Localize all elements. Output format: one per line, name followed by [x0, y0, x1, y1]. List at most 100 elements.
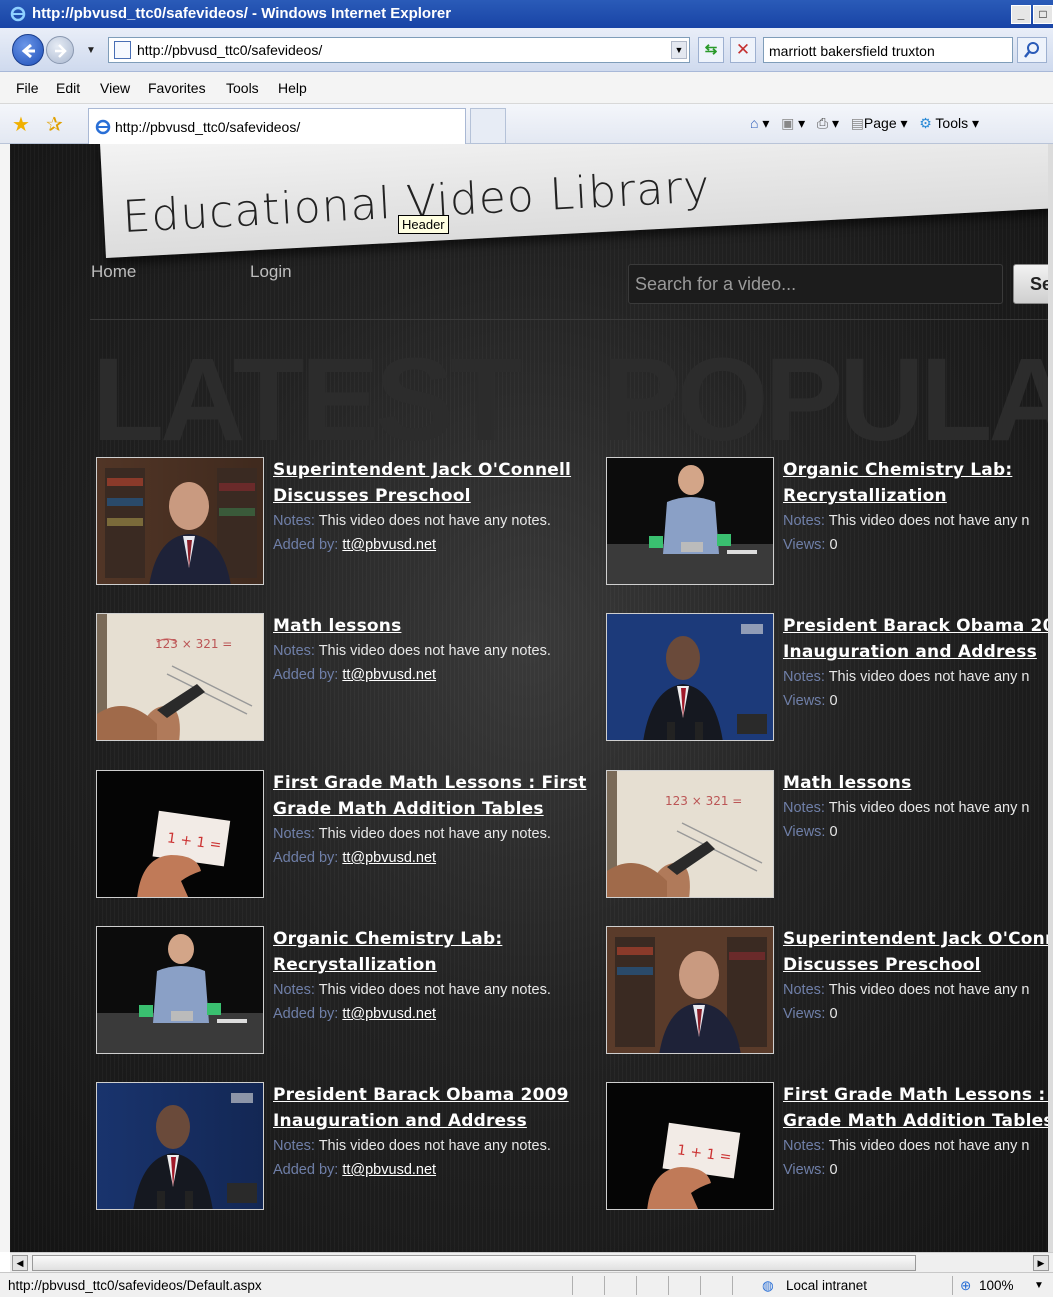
tab-bar: ★ ✰ http://pbvusd_ttc0/safevideos/ ⌂ ▾ ▣…: [0, 104, 1053, 144]
status-divider: [636, 1276, 637, 1295]
left-frame: [0, 144, 10, 1252]
video-title-link[interactable]: Organic Chemistry Lab: Recrystallization: [273, 926, 593, 978]
uploader-link[interactable]: tt@pbvusd.net: [342, 850, 436, 866]
history-dropdown-icon[interactable]: ▼: [86, 45, 96, 56]
status-divider: [668, 1276, 669, 1295]
uploader-link[interactable]: tt@pbvusd.net: [342, 537, 436, 553]
video-title-link[interactable]: Organic Chemistry Lab: Recrystallization: [783, 457, 1048, 509]
page-icon: [114, 41, 131, 59]
nav-home[interactable]: Home: [91, 262, 136, 282]
uploader-link[interactable]: tt@pbvusd.net: [342, 1162, 436, 1178]
tab-label: http://pbvusd_ttc0/safevideos/: [115, 119, 301, 135]
video-thumbnail[interactable]: [96, 457, 264, 585]
video-thumbnail[interactable]: [606, 613, 774, 741]
notes-label: Notes:: [273, 1138, 315, 1154]
video-search-input[interactable]: [628, 264, 1003, 304]
back-arrow-icon: [21, 43, 35, 59]
add-favorite-icon[interactable]: ✰: [46, 112, 63, 137]
video-thumbnail[interactable]: [96, 926, 264, 1054]
tools-menu[interactable]: Tools: [935, 115, 968, 131]
page-viewport: Educational Video Library Header Home Lo…: [10, 144, 1048, 1252]
video-title-link[interactable]: Superintendent Jack O'Connell Discusses …: [273, 457, 593, 509]
notes-text: This video does not have any n: [828, 669, 1030, 685]
notes-text: This video does not have any notes.: [318, 982, 551, 998]
menu-favorites[interactable]: Favorites: [148, 80, 206, 96]
menu-tools[interactable]: Tools: [226, 80, 259, 96]
zoom-icon: ⊕: [960, 1278, 972, 1293]
uploader-link[interactable]: tt@pbvusd.net: [342, 667, 436, 683]
home-icon[interactable]: ⌂: [750, 115, 758, 131]
zoom-dropdown-icon[interactable]: ▼: [1034, 1280, 1044, 1291]
horizontal-scrollbar[interactable]: ◀ ▶: [10, 1252, 1053, 1272]
address-dropdown-icon[interactable]: ▼: [671, 41, 687, 59]
video-thumbnail[interactable]: [96, 1082, 264, 1210]
ie-logo-icon: [10, 6, 26, 22]
video-title-link[interactable]: President Barack Obama 200 Inauguration …: [783, 613, 1048, 665]
video-thumbnail[interactable]: 123 × 321 =: [606, 770, 774, 898]
popular-video-3: 123 × 321 = Math lessons Notes: This vid…: [606, 770, 1048, 900]
video-search-button[interactable]: Se: [1013, 264, 1048, 304]
forward-button[interactable]: [46, 36, 74, 64]
vertical-scrollbar[interactable]: [1048, 144, 1053, 1252]
header-tooltip: Header: [398, 215, 449, 234]
video-title-link[interactable]: First Grade Math Lessons : First Grade M…: [273, 770, 593, 822]
status-divider: [952, 1276, 953, 1295]
video-thumbnail[interactable]: 123 × 321 =: [96, 613, 264, 741]
scroll-left-arrow-icon[interactable]: ◀: [12, 1255, 28, 1271]
refresh-button[interactable]: ⇆: [698, 37, 724, 63]
notes-label: Notes:: [273, 643, 315, 659]
scroll-right-arrow-icon[interactable]: ▶: [1033, 1255, 1049, 1271]
video-title-link[interactable]: Math lessons: [273, 613, 593, 639]
notes-label: Notes:: [783, 669, 825, 685]
video-thumbnail[interactable]: 1 + 1 =: [606, 1082, 774, 1210]
maximize-button[interactable]: □: [1033, 5, 1053, 24]
menu-bar: File Edit View Favorites Tools Help: [0, 72, 1053, 104]
status-divider: [732, 1276, 733, 1295]
new-tab-button[interactable]: [470, 108, 506, 144]
stop-button[interactable]: ✕: [730, 37, 756, 63]
browser-search-input[interactable]: marriott bakersfield truxton: [763, 37, 1013, 63]
nav-login[interactable]: Login: [250, 262, 292, 282]
address-toolbar: ▼ http://pbvusd_ttc0/safevideos/ ▼ ⇆ ✕ m…: [0, 28, 1053, 72]
print-icon[interactable]: ⎙: [817, 115, 828, 131]
forward-arrow-icon: [55, 44, 67, 58]
views-count: 0: [829, 1006, 838, 1022]
video-title-link[interactable]: Math lessons: [783, 770, 1048, 796]
video-title-link[interactable]: First Grade Math Lessons : Fi Grade Math…: [783, 1082, 1048, 1134]
popular-video-5: 1 + 1 = First Grade Math Lessons : Fi Gr…: [606, 1082, 1048, 1212]
page-background: Educational Video Library Header Home Lo…: [10, 144, 1048, 1252]
views-label: Views:: [783, 693, 826, 709]
video-thumbnail[interactable]: [606, 926, 774, 1054]
menu-help[interactable]: Help: [278, 80, 307, 96]
scrollbar-thumb[interactable]: [32, 1255, 916, 1271]
latest-video-4: Organic Chemistry Lab: Recrystallization…: [96, 926, 586, 1056]
menu-file[interactable]: File: [16, 80, 39, 96]
browser-search-button[interactable]: [1017, 37, 1047, 63]
notes-text: This video does not have any n: [828, 982, 1030, 998]
header-divider: [90, 319, 1048, 320]
minimize-button[interactable]: _: [1011, 5, 1031, 24]
uploader-link[interactable]: tt@pbvusd.net: [342, 1006, 436, 1022]
favorites-star-icon[interactable]: ★: [12, 112, 30, 137]
menu-view[interactable]: View: [100, 80, 130, 96]
status-divider: [604, 1276, 605, 1295]
video-thumbnail[interactable]: [606, 457, 774, 585]
svg-text:123 × 321 =: 123 × 321 =: [665, 794, 742, 808]
tab-safevideos[interactable]: http://pbvusd_ttc0/safevideos/: [88, 108, 466, 144]
section-latest-heading: LATEST: [92, 334, 522, 466]
status-bar: http://pbvusd_ttc0/safevideos/Default.as…: [0, 1272, 1053, 1297]
added-by-label: Added by:: [273, 1162, 339, 1178]
zoom-level[interactable]: 100%: [979, 1278, 1014, 1293]
address-input[interactable]: http://pbvusd_ttc0/safevideos/ ▼: [108, 37, 690, 63]
video-title-link[interactable]: Superintendent Jack O'Conn Discusses Pre…: [783, 926, 1048, 978]
video-title-link[interactable]: President Barack Obama 2009 Inauguration…: [273, 1082, 593, 1134]
latest-video-1: Superintendent Jack O'Connell Discusses …: [96, 457, 586, 587]
views-count: 0: [829, 1162, 838, 1178]
back-button[interactable]: [12, 34, 44, 66]
search-icon: [1024, 42, 1039, 58]
page-menu[interactable]: Page: [864, 115, 897, 131]
notes-label: Notes:: [273, 513, 315, 529]
video-thumbnail[interactable]: 1 + 1 =: [96, 770, 264, 898]
feeds-icon[interactable]: ▣: [781, 115, 794, 131]
menu-edit[interactable]: Edit: [56, 80, 80, 96]
